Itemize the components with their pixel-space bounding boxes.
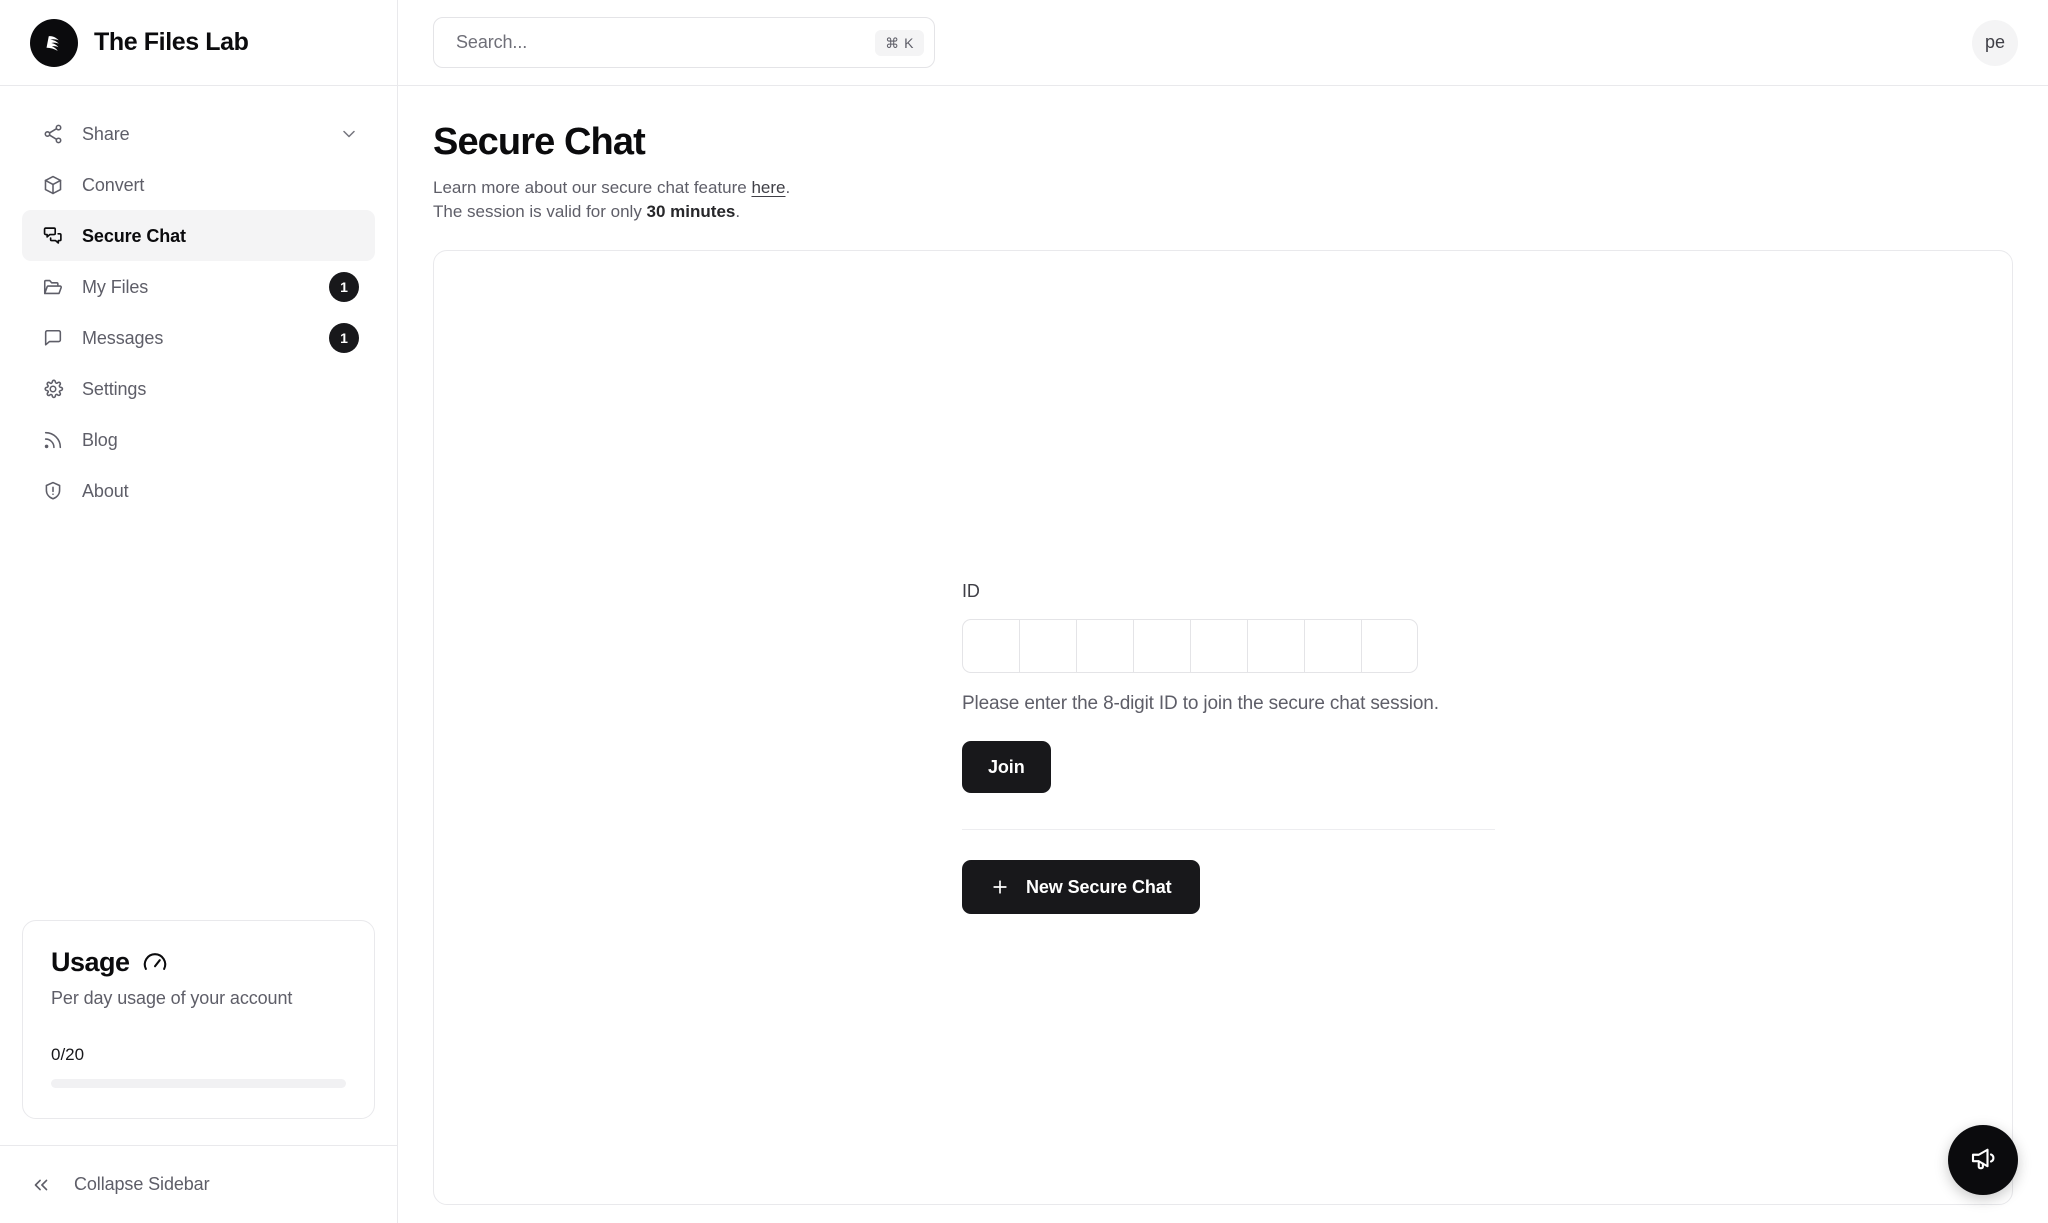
sidebar-item-secure-chat[interactable]: Secure Chat: [22, 210, 375, 261]
sidebar-item-settings[interactable]: Settings: [22, 363, 375, 414]
sidebar-badge-my-files: 1: [329, 271, 359, 302]
search-input[interactable]: Search... ⌘ K: [433, 17, 935, 68]
id-code-input[interactable]: [962, 619, 1502, 674]
usage-title: Usage: [51, 947, 130, 977]
subtitle-text: .: [785, 177, 791, 197]
chevron-down-icon[interactable]: [339, 124, 359, 144]
feedback-fab-button[interactable]: [1948, 1125, 2018, 1195]
id-digit-cell-5[interactable]: [1190, 619, 1247, 674]
sidebar-nav: Share Convert Secure Chat My Files 1 Mes…: [0, 86, 397, 516]
usage-subtitle: Per day usage of your account: [51, 988, 293, 1008]
page-subtitle-line-1: Learn more about our secure chat feature…: [433, 176, 2013, 201]
new-secure-chat-label: New Secure Chat: [1026, 876, 1172, 897]
message-icon: [42, 327, 64, 349]
page-title: Secure Chat: [433, 121, 646, 163]
shield-alert-icon: [42, 480, 64, 502]
id-helper-text: Please enter the 8-digit ID to join the …: [962, 693, 1439, 715]
sidebar-item-messages[interactable]: Messages 1: [22, 312, 375, 363]
subtitle-text: The session is valid for only: [433, 202, 647, 222]
usage-card: Usage Per day usage of your account 0/20: [22, 920, 375, 1119]
usage-title-row: Usage: [51, 947, 346, 978]
form-divider: [962, 829, 1495, 831]
brand-header[interactable]: The Files Lab: [0, 0, 397, 86]
sidebar-item-label: Settings: [82, 378, 147, 399]
megaphone-icon: [1968, 1143, 1998, 1178]
rss-icon: [42, 429, 64, 451]
search-placeholder: Search...: [456, 32, 528, 52]
secure-chat-panel: ID Please enter the 8-digit ID to join t…: [433, 250, 2013, 1206]
page-subtitle-line-2: The session is valid for only 30 minutes…: [433, 200, 2013, 225]
gauge-icon: [142, 950, 168, 976]
sidebar-item-label: About: [82, 480, 129, 501]
sidebar-item-convert[interactable]: Convert: [22, 159, 375, 210]
sidebar-item-label: Secure Chat: [82, 225, 186, 246]
id-field-label: ID: [962, 581, 980, 602]
sidebar-item-label: My Files: [82, 276, 149, 297]
share-icon: [42, 123, 64, 145]
chats-icon: [42, 225, 64, 247]
avatar[interactable]: pe: [1972, 19, 2018, 66]
folder-open-icon: [42, 276, 64, 298]
sidebar-item-blog[interactable]: Blog: [22, 414, 375, 465]
sidebar-badge-messages: 1: [329, 322, 359, 353]
learn-more-link[interactable]: here: [751, 178, 785, 197]
subtitle-text: .: [735, 202, 741, 222]
top-bar: Search... ⌘ K pe: [398, 0, 2048, 86]
session-duration: 30 minutes: [646, 202, 736, 222]
sidebar-item-about[interactable]: About: [22, 465, 375, 516]
sidebar-item-share[interactable]: Share: [22, 108, 375, 159]
subtitle-text: Learn more about our secure chat feature: [433, 177, 752, 197]
plus-icon: [990, 877, 1010, 897]
id-digit-cell-7[interactable]: [1304, 619, 1361, 674]
page-content: Secure Chat Learn more about our secure …: [398, 86, 2048, 1223]
id-digit-cell-6[interactable]: [1247, 619, 1304, 674]
collapse-sidebar-button[interactable]: Collapse Sidebar: [0, 1145, 397, 1223]
sidebar-item-label: Share: [82, 123, 130, 144]
chevrons-left-icon: [30, 1174, 52, 1196]
id-digit-cell-4[interactable]: [1133, 619, 1190, 674]
join-session-form: ID Please enter the 8-digit ID to join t…: [962, 581, 1502, 915]
id-digit-cell-2[interactable]: [1019, 619, 1076, 674]
collapse-sidebar-label: Collapse Sidebar: [74, 1174, 210, 1194]
page-subtitle: Learn more about our secure chat feature…: [433, 176, 2013, 225]
sidebar-item-label: Messages: [82, 327, 164, 348]
main-area: Search... ⌘ K pe Secure Chat Learn more …: [398, 0, 2048, 1223]
app-root: The Files Lab Share Convert Secure Chat …: [0, 0, 2048, 1223]
brand-name: The Files Lab: [94, 28, 249, 56]
id-digit-cell-3[interactable]: [1076, 619, 1133, 674]
usage-count: 0/20: [51, 1045, 85, 1064]
usage-progress-bar: [51, 1079, 346, 1088]
sidebar-item-label: Blog: [82, 429, 118, 450]
sidebar-item-label: Convert: [82, 174, 145, 195]
sidebar: The Files Lab Share Convert Secure Chat …: [0, 0, 398, 1223]
sidebar-item-my-files[interactable]: My Files 1: [22, 261, 375, 312]
join-button[interactable]: Join: [962, 741, 1051, 794]
files-lab-logo-icon: [30, 18, 78, 67]
id-digit-cell-1[interactable]: [962, 619, 1019, 674]
new-secure-chat-button[interactable]: New Secure Chat: [962, 860, 1200, 915]
package-icon: [42, 174, 64, 196]
search-shortcut-badge: ⌘ K: [875, 29, 924, 56]
id-digit-cell-8[interactable]: [1361, 619, 1418, 674]
gear-icon: [42, 378, 64, 400]
